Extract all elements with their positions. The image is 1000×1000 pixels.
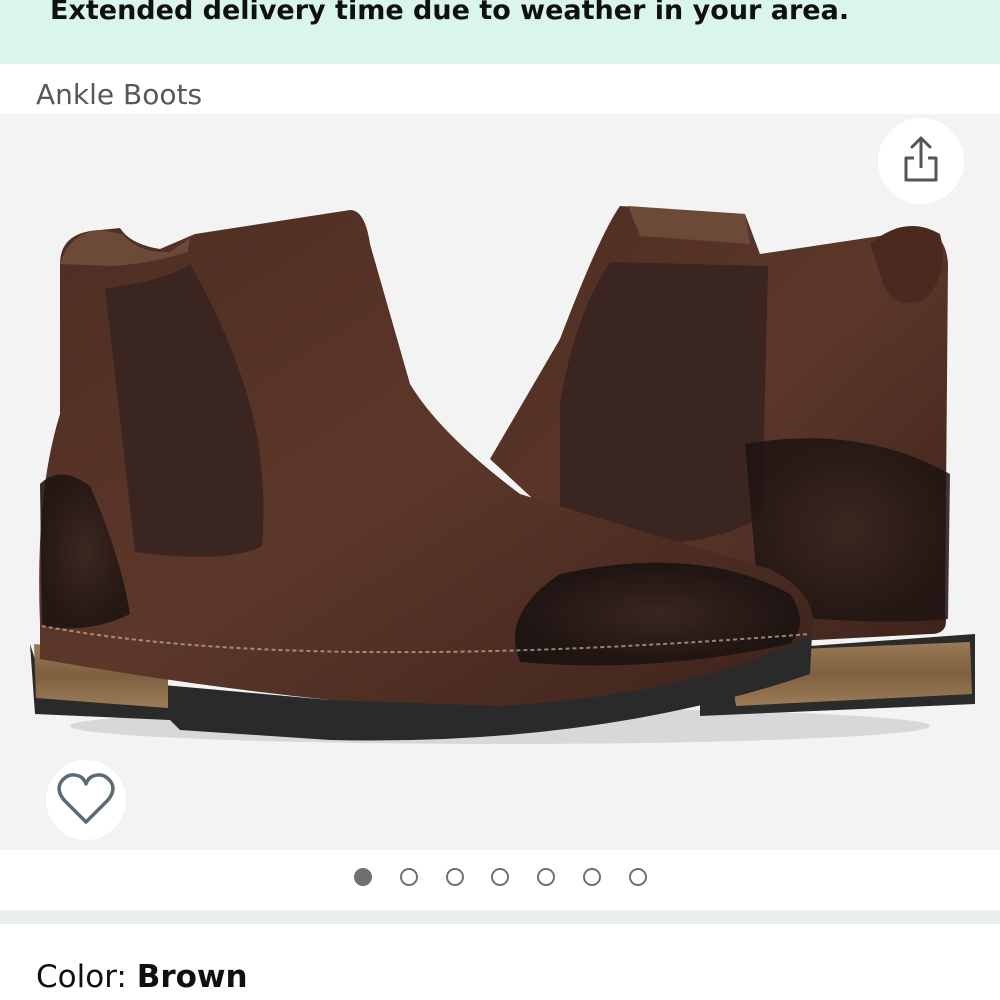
color-label: Color: [36, 959, 137, 995]
pagination-dot[interactable] [400, 868, 418, 886]
delivery-alert-text: Extended delivery time due to weather in… [50, 0, 850, 26]
breadcrumb[interactable]: Ankle Boots [36, 78, 202, 112]
share-icon [904, 136, 938, 182]
product-image [30, 206, 975, 744]
section-divider [0, 910, 1000, 924]
pagination-dot[interactable] [446, 868, 464, 886]
product-image-gallery[interactable] [0, 114, 1000, 850]
wishlist-button[interactable] [46, 760, 126, 840]
color-value: Brown [136, 959, 248, 995]
share-button[interactable] [878, 118, 964, 204]
delivery-alert-banner: Extended delivery time due to weather in… [0, 0, 1000, 64]
pagination-dot[interactable] [537, 868, 555, 886]
color-selection: Color: Brown [36, 957, 248, 997]
pagination-dot[interactable] [354, 868, 372, 886]
image-pagination [0, 868, 1000, 892]
pagination-dot[interactable] [491, 868, 509, 886]
pagination-dot[interactable] [583, 868, 601, 886]
heart-icon [57, 773, 115, 824]
pagination-dot[interactable] [629, 868, 647, 886]
